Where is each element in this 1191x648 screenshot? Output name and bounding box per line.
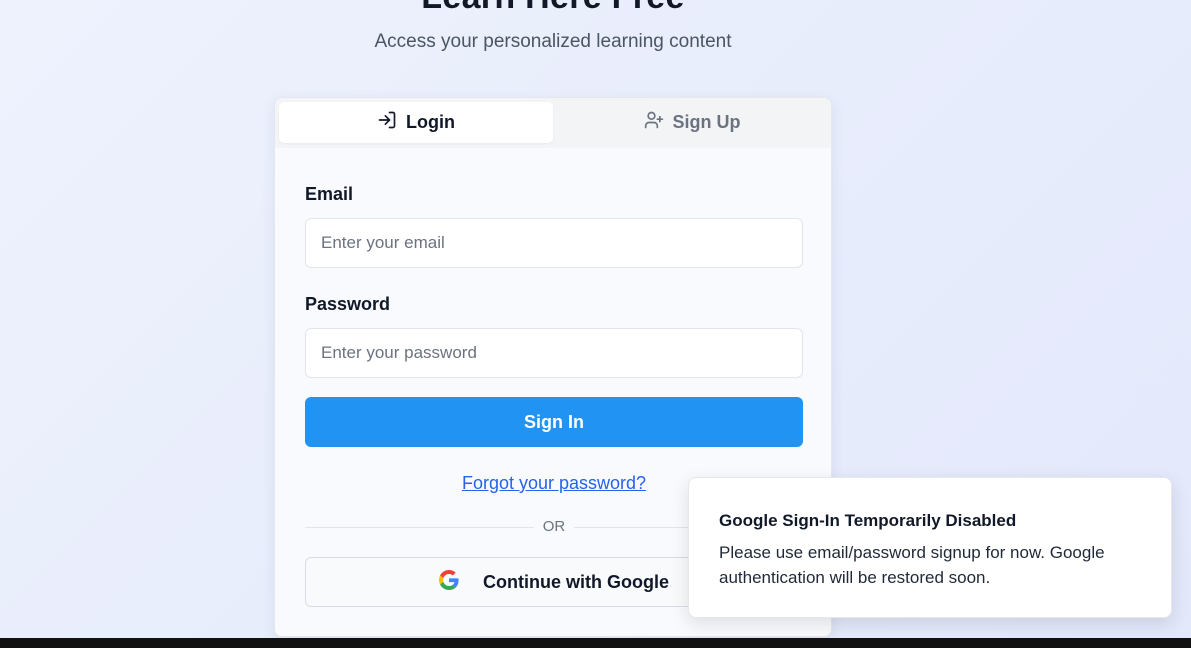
tab-login[interactable]: Login (279, 102, 553, 143)
email-label: Email (305, 184, 354, 204)
tab-signup-label: Sign Up (672, 112, 741, 132)
login-icon (377, 110, 397, 135)
user-plus-icon (644, 110, 664, 135)
sign-in-button[interactable]: Sign In (305, 397, 803, 447)
email-input[interactable] (305, 218, 803, 268)
password-label: Password (305, 294, 391, 314)
bottom-bar (0, 638, 1191, 648)
page-subtitle: Access your personalized learning conten… (374, 31, 732, 52)
toast-message: Please use email/password signup for now… (719, 543, 1105, 587)
notification-toast[interactable]: Google Sign-In Temporarily Disabled Plea… (688, 477, 1172, 618)
forgot-password-link[interactable]: Forgot your password? (462, 473, 646, 493)
tab-signup[interactable]: Sign Up (555, 102, 829, 143)
google-button-label: Continue with Google (483, 571, 669, 592)
tab-login-label: Login (406, 112, 455, 132)
toast-title: Google Sign-In Temporarily Disabled (719, 511, 1017, 530)
password-input[interactable] (305, 328, 803, 378)
google-icon (439, 569, 459, 595)
auth-tabs: Login Sign Up (275, 98, 831, 148)
page-title: Learn Here Free (0, 0, 1106, 17)
